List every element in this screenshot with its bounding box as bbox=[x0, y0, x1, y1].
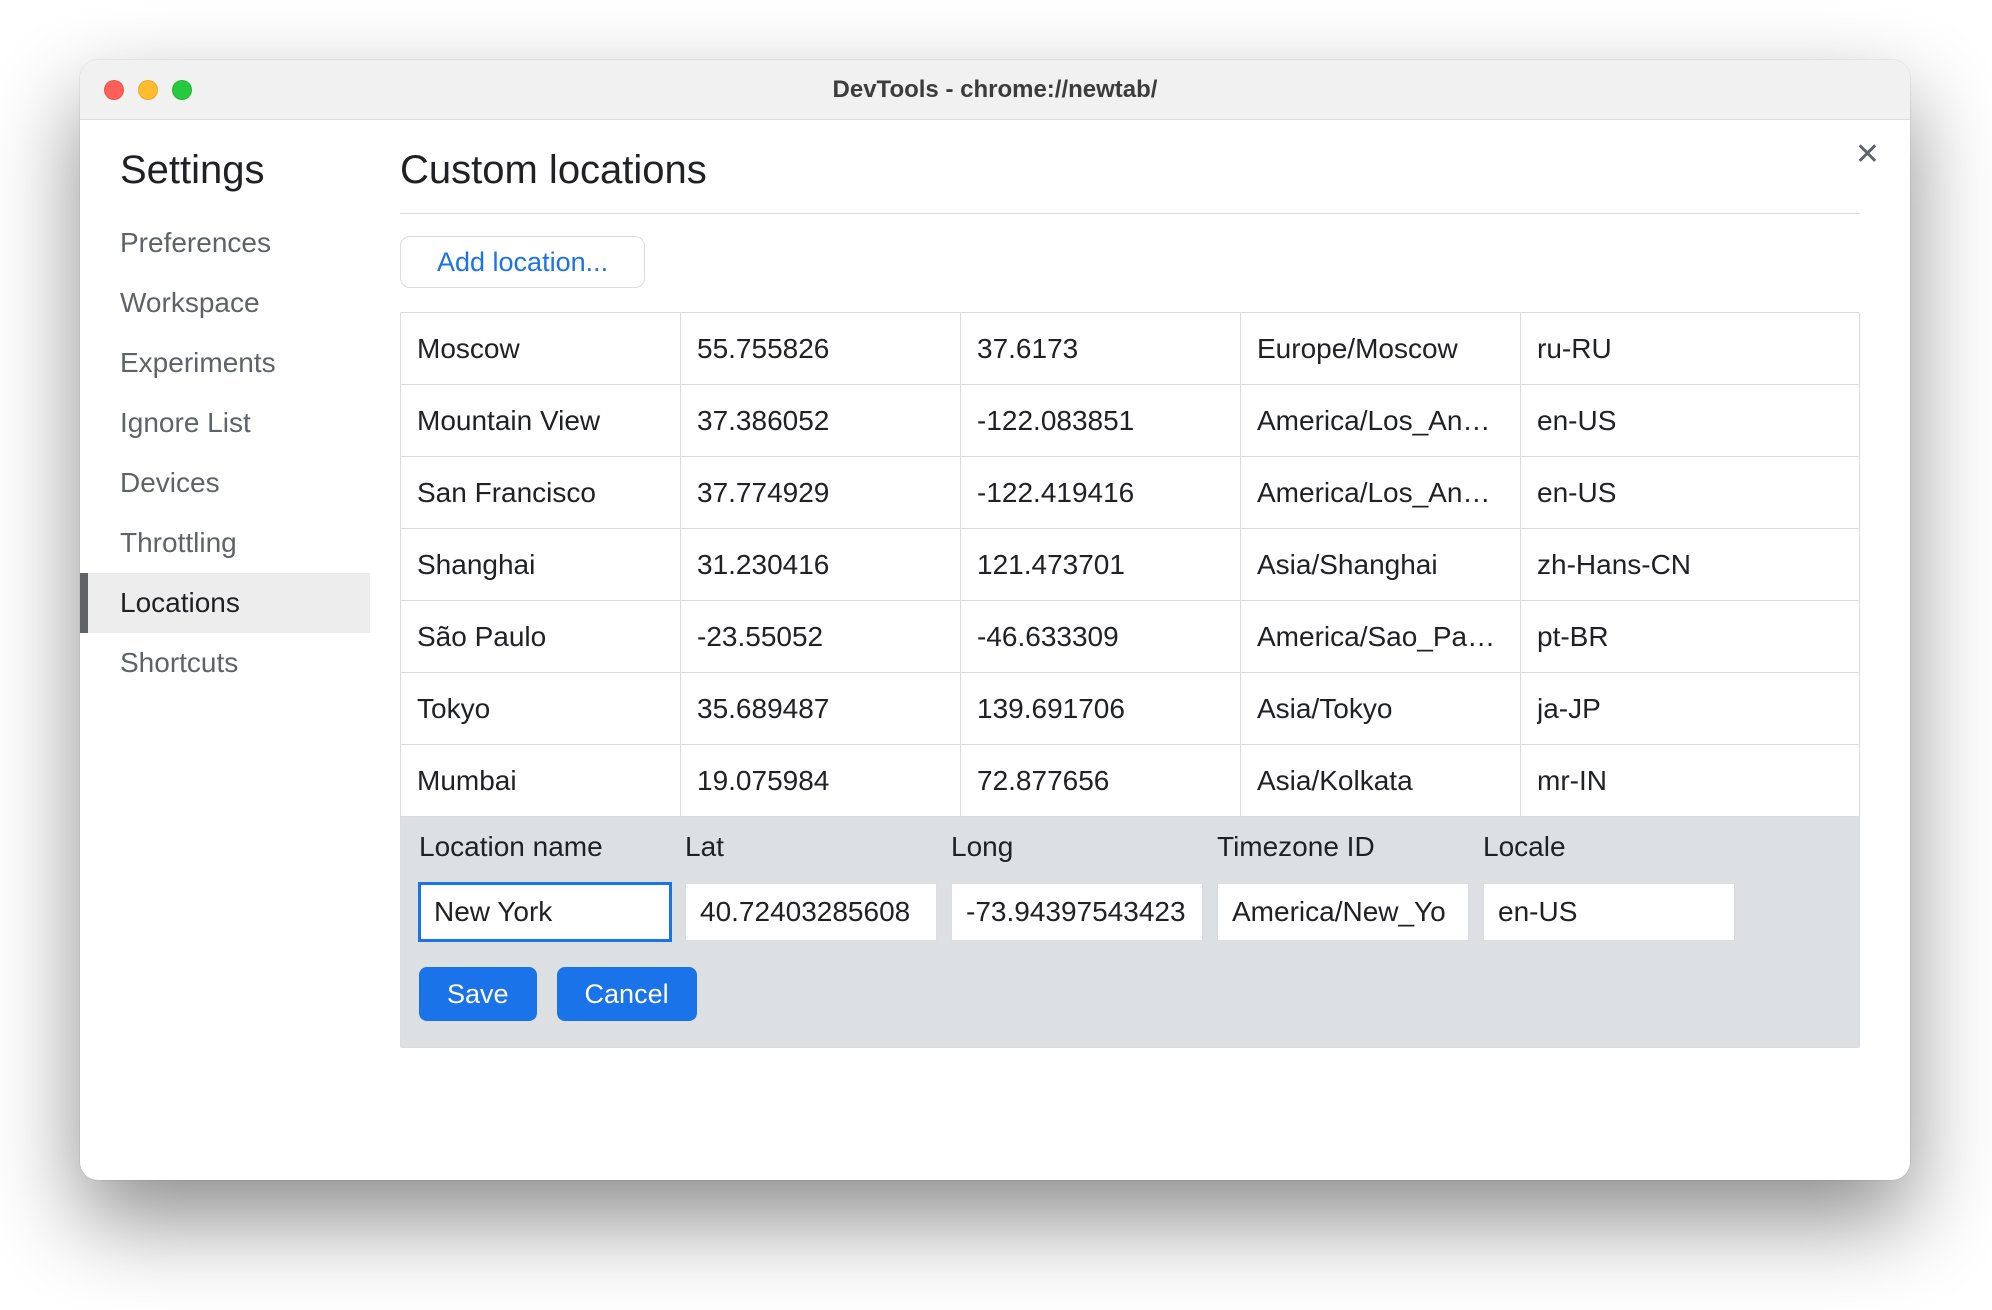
sidebar-item-label: Shortcuts bbox=[120, 647, 238, 679]
table-row[interactable]: San Francisco 37.774929 -122.419416 Amer… bbox=[401, 457, 1859, 529]
cell-timezone: Asia/Tokyo bbox=[1241, 673, 1521, 744]
cell-location-name: São Paulo bbox=[401, 601, 681, 672]
long-input[interactable] bbox=[951, 883, 1203, 941]
header-location-name: Location name bbox=[419, 831, 685, 863]
page-title: Custom locations bbox=[400, 148, 1860, 214]
cell-location-name: Shanghai bbox=[401, 529, 681, 600]
sidebar-item-ignore-list[interactable]: Ignore List bbox=[80, 393, 370, 453]
close-settings-button[interactable]: ✕ bbox=[1855, 140, 1880, 170]
cell-long: 72.877656 bbox=[961, 745, 1241, 816]
header-lat: Lat bbox=[685, 831, 951, 863]
cell-location-name: Mumbai bbox=[401, 745, 681, 816]
header-timezone: Timezone ID bbox=[1217, 831, 1483, 863]
settings-heading: Settings bbox=[80, 148, 370, 213]
sidebar-item-experiments[interactable]: Experiments bbox=[80, 333, 370, 393]
sidebar-item-locations[interactable]: Locations bbox=[80, 573, 370, 633]
cell-lat: 35.689487 bbox=[681, 673, 961, 744]
lat-input[interactable] bbox=[685, 883, 937, 941]
add-location-button[interactable]: Add location... bbox=[400, 236, 645, 288]
cell-lat: 37.386052 bbox=[681, 385, 961, 456]
cell-locale: en-US bbox=[1521, 385, 1859, 456]
sidebar-item-label: Throttling bbox=[120, 527, 237, 559]
sidebar-item-preferences[interactable]: Preferences bbox=[80, 213, 370, 273]
header-long: Long bbox=[951, 831, 1217, 863]
cell-lat: 19.075984 bbox=[681, 745, 961, 816]
locations-table: Moscow 55.755826 37.6173 Europe/Moscow r… bbox=[400, 312, 1860, 1048]
cell-location-name: San Francisco bbox=[401, 457, 681, 528]
table-row[interactable]: Mountain View 37.386052 -122.083851 Amer… bbox=[401, 385, 1859, 457]
close-window-icon[interactable] bbox=[104, 80, 124, 100]
cell-timezone: Asia/Shanghai bbox=[1241, 529, 1521, 600]
sidebar-item-throttling[interactable]: Throttling bbox=[80, 513, 370, 573]
cell-long: 37.6173 bbox=[961, 313, 1241, 384]
timezone-input[interactable] bbox=[1217, 883, 1469, 941]
minimize-window-icon[interactable] bbox=[138, 80, 158, 100]
cell-lat: 31.230416 bbox=[681, 529, 961, 600]
table-row[interactable]: Moscow 55.755826 37.6173 Europe/Moscow r… bbox=[401, 313, 1859, 385]
sidebar-item-devices[interactable]: Devices bbox=[80, 453, 370, 513]
cell-lat: -23.55052 bbox=[681, 601, 961, 672]
sidebar-item-workspace[interactable]: Workspace bbox=[80, 273, 370, 333]
cell-timezone: America/Sao_Pa… bbox=[1241, 601, 1521, 672]
cell-timezone: America/Los_An… bbox=[1241, 457, 1521, 528]
cell-locale: zh-Hans-CN bbox=[1521, 529, 1859, 600]
devtools-settings-window: DevTools - chrome://newtab/ ✕ Settings P… bbox=[80, 60, 1910, 1180]
new-location-editor: Location name Lat Long Timezone ID Local… bbox=[401, 817, 1859, 1047]
cell-long: -46.633309 bbox=[961, 601, 1241, 672]
location-name-input[interactable] bbox=[419, 883, 671, 941]
window-title: DevTools - chrome://newtab/ bbox=[80, 76, 1910, 104]
table-row[interactable]: Tokyo 35.689487 139.691706 Asia/Tokyo ja… bbox=[401, 673, 1859, 745]
window-titlebar: DevTools - chrome://newtab/ bbox=[80, 60, 1910, 120]
cell-long: -122.083851 bbox=[961, 385, 1241, 456]
cell-lat: 37.774929 bbox=[681, 457, 961, 528]
sidebar-item-shortcuts[interactable]: Shortcuts bbox=[80, 633, 370, 693]
table-row[interactable]: Mumbai 19.075984 72.877656 Asia/Kolkata … bbox=[401, 745, 1859, 817]
sidebar-item-label: Ignore List bbox=[120, 407, 251, 439]
sidebar-item-label: Experiments bbox=[120, 347, 276, 379]
sidebar-item-label: Workspace bbox=[120, 287, 260, 319]
locale-input[interactable] bbox=[1483, 883, 1735, 941]
zoom-window-icon[interactable] bbox=[172, 80, 192, 100]
cell-timezone: Asia/Kolkata bbox=[1241, 745, 1521, 816]
sidebar-item-label: Locations bbox=[120, 587, 240, 619]
cell-locale: mr-IN bbox=[1521, 745, 1859, 816]
table-row[interactable]: Shanghai 31.230416 121.473701 Asia/Shang… bbox=[401, 529, 1859, 601]
cell-long: -122.419416 bbox=[961, 457, 1241, 528]
window-controls bbox=[80, 80, 192, 100]
cell-location-name: Moscow bbox=[401, 313, 681, 384]
cell-long: 139.691706 bbox=[961, 673, 1241, 744]
cell-locale: pt-BR bbox=[1521, 601, 1859, 672]
cell-locale: ja-JP bbox=[1521, 673, 1859, 744]
cell-lat: 55.755826 bbox=[681, 313, 961, 384]
save-button[interactable]: Save bbox=[419, 967, 537, 1021]
cancel-button[interactable]: Cancel bbox=[557, 967, 697, 1021]
sidebar-item-label: Preferences bbox=[120, 227, 271, 259]
cell-location-name: Mountain View bbox=[401, 385, 681, 456]
table-row[interactable]: São Paulo -23.55052 -46.633309 America/S… bbox=[401, 601, 1859, 673]
cell-locale: en-US bbox=[1521, 457, 1859, 528]
cell-timezone: America/Los_An… bbox=[1241, 385, 1521, 456]
sidebar-item-label: Devices bbox=[120, 467, 220, 499]
settings-sidebar: Settings Preferences Workspace Experimen… bbox=[80, 120, 370, 1180]
cell-long: 121.473701 bbox=[961, 529, 1241, 600]
cell-location-name: Tokyo bbox=[401, 673, 681, 744]
cell-timezone: Europe/Moscow bbox=[1241, 313, 1521, 384]
header-locale: Locale bbox=[1483, 831, 1841, 863]
settings-main-panel: Custom locations Add location... Moscow … bbox=[370, 120, 1910, 1180]
cell-locale: ru-RU bbox=[1521, 313, 1859, 384]
